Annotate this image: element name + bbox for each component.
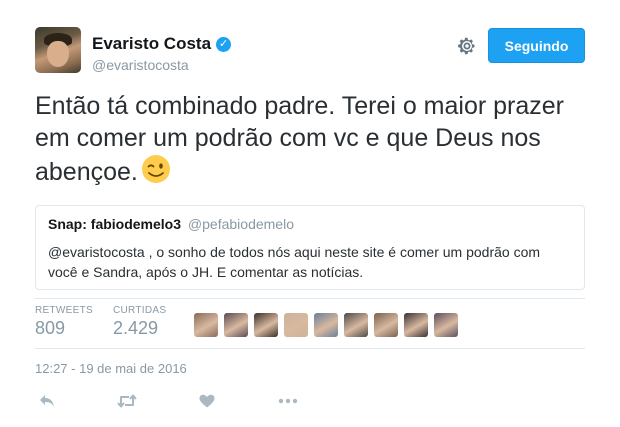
heart-icon[interactable] xyxy=(197,392,217,410)
liker-avatar[interactable] xyxy=(404,313,429,337)
liker-avatar[interactable] xyxy=(194,313,219,337)
liker-avatar[interactable] xyxy=(374,313,399,337)
liker-avatar[interactable] xyxy=(344,313,369,337)
user-name[interactable]: Evaristo Costa xyxy=(92,34,211,54)
quoted-tweet[interactable]: Snap: fabiodemelo3 @pefabiodemelo @evari… xyxy=(35,205,585,290)
user-info: Evaristo Costa ✓ @evaristocosta xyxy=(92,34,232,73)
likes-count: 2.429 xyxy=(112,318,159,338)
retweets-count: 809 xyxy=(35,318,66,338)
quoted-user-handle: @pefabiodemelo xyxy=(187,216,294,232)
more-icon[interactable] xyxy=(277,392,299,410)
verified-badge-icon: ✓ xyxy=(216,36,232,52)
tweet-body: Então tá combinado padre. Terei o maior … xyxy=(35,92,565,186)
divider xyxy=(35,348,585,349)
tweet-actions xyxy=(35,392,299,410)
winking-face-emoji xyxy=(141,155,170,183)
divider xyxy=(35,298,585,299)
retweet-icon[interactable] xyxy=(117,392,137,410)
tweet-timestamp[interactable]: 12:27 - 19 de mai de 2016 xyxy=(35,361,187,376)
tweet-stats: RETWEETS 809 CURTIDAS 2.429 xyxy=(35,305,585,345)
liker-avatars xyxy=(194,313,464,337)
retweets-stat[interactable]: RETWEETS 809 xyxy=(35,305,93,339)
likes-label: CURTIDAS xyxy=(112,305,167,316)
user-avatar[interactable] xyxy=(35,27,81,73)
following-button[interactable]: Seguindo xyxy=(488,28,585,63)
likes-stat[interactable]: CURTIDAS 2.429 xyxy=(113,305,166,339)
liker-avatar[interactable] xyxy=(314,313,339,337)
user-handle[interactable]: @evaristocosta xyxy=(92,57,231,73)
liker-avatar[interactable] xyxy=(284,313,309,337)
liker-avatar[interactable] xyxy=(434,313,459,337)
liker-avatar[interactable] xyxy=(224,313,249,337)
liker-avatar[interactable] xyxy=(254,313,279,337)
gear-icon[interactable] xyxy=(457,36,477,56)
tweet-text: Então tá combinado padre. Terei o maior … xyxy=(35,90,575,188)
quoted-tweet-text: @evaristocosta , o sonho de todos nós aq… xyxy=(48,244,541,280)
quoted-user-name: Snap: fabiodemelo3 xyxy=(48,216,182,232)
retweets-label: RETWEETS xyxy=(35,305,93,316)
reply-icon[interactable] xyxy=(37,392,57,410)
